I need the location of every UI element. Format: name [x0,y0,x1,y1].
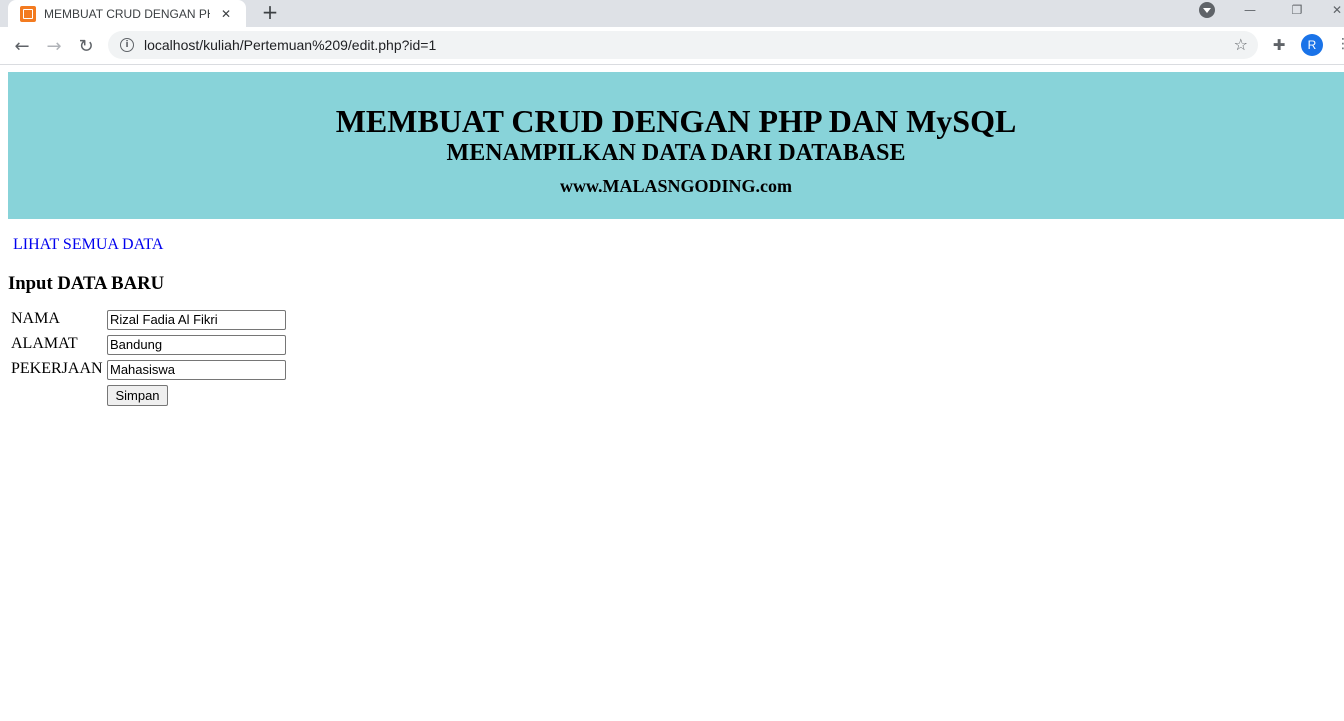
extensions-puzzle-icon[interactable]: ✚ [1270,36,1288,54]
browser-toolbar: ← → ↻ i localhost/kuliah/Pertemuan%209/e… [0,27,1344,65]
view-all-data-link[interactable]: LIHAT SEMUA DATA [13,236,163,254]
info-icon[interactable]: i [120,38,134,52]
save-button[interactable]: Simpan [107,385,168,406]
menu-kebab-icon[interactable]: ⋮ [1336,36,1344,52]
alamat-label: ALAMAT [11,335,78,352]
page-subtitle: MENAMPILKAN DATA DARI DATABASE [446,140,906,166]
reload-icon[interactable]: ↻ [74,34,98,58]
nama-input[interactable] [107,310,286,330]
site-name: www.MALASNGODING.com [560,176,792,196]
xampp-favicon-icon [20,5,36,22]
back-arrow-icon[interactable]: ← [10,34,34,58]
tab-title: MEMBUAT CRUD DENGAN PHP DAN MySQL [44,6,210,21]
browser-tab[interactable]: MEMBUAT CRUD DENGAN PHP DAN MySQL ✕ [8,0,246,27]
alamat-input[interactable] [107,335,286,355]
window-close-icon[interactable]: ✕ [1330,0,1344,20]
page-title: MEMBUAT CRUD DENGAN PHP DAN MySQL [335,103,1017,139]
pekerjaan-label: PEKERJAAN [11,360,103,377]
tab-strip: MEMBUAT CRUD DENGAN PHP DAN MySQL ✕ + — … [0,0,1344,27]
form-title: Input DATA BARU [8,273,165,294]
tab-search-icon[interactable] [1199,2,1215,18]
minimize-icon[interactable]: — [1240,0,1260,20]
url-text[interactable]: localhost/kuliah/Pertemuan%209/edit.php?… [144,37,436,53]
nama-label: NAMA [11,310,60,327]
address-bar[interactable]: i localhost/kuliah/Pertemuan%209/edit.ph… [108,31,1258,59]
close-icon[interactable]: ✕ [218,6,234,22]
restore-icon[interactable]: ❐ [1287,0,1307,20]
bookmark-star-icon[interactable]: ☆ [1234,35,1248,54]
plus-icon[interactable]: + [258,0,282,24]
page-header-banner: MEMBUAT CRUD DENGAN PHP DAN MySQL MENAMP… [8,72,1344,219]
pekerjaan-input[interactable] [107,360,286,380]
avatar[interactable]: R [1301,34,1323,56]
forward-arrow-icon[interactable]: → [42,34,66,58]
